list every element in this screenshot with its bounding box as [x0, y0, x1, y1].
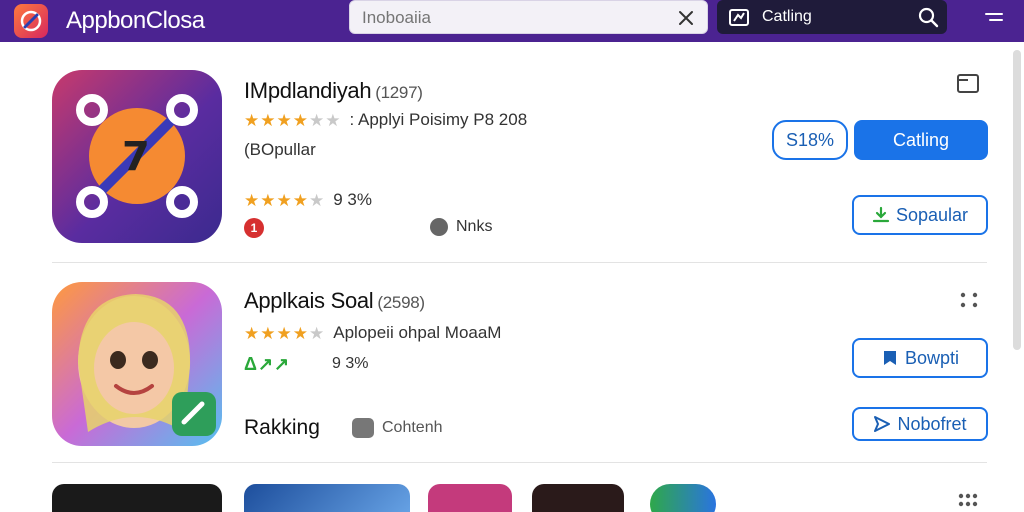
rating-subtitle: : Applyi Poisimy P8 208	[349, 110, 528, 129]
search-box	[349, 0, 708, 34]
author-name: Nnks	[456, 218, 493, 235]
close-icon[interactable]	[675, 7, 697, 29]
secondary-action-button[interactable]: Sopaular	[852, 195, 988, 235]
ranking-label: Catling	[762, 8, 812, 25]
star-rating-secondary: ★ ★ ★ ★ ★ 9 3%	[244, 190, 372, 210]
app-logo[interactable]	[14, 4, 48, 38]
rating-subtitle: Aplopeii ohpal MoaaM	[333, 323, 502, 342]
svg-text:7: 7	[122, 134, 150, 180]
percent-pill[interactable]: S18%	[772, 120, 848, 160]
divider	[52, 262, 987, 263]
star-icon: ★	[276, 110, 292, 130]
star-icon: ★	[325, 110, 341, 130]
app-name[interactable]: Applkais Soal (2598)	[244, 288, 425, 314]
app-icon	[52, 282, 222, 446]
star-icon: ★	[244, 190, 260, 210]
star-icon: ★	[292, 190, 308, 210]
content-icon	[352, 418, 374, 438]
chart-icon	[729, 9, 749, 26]
app-icon[interactable]	[428, 484, 512, 512]
scrollbar[interactable]	[1013, 50, 1021, 350]
review-count: (1297)	[375, 83, 423, 102]
star-icon: ★	[276, 323, 292, 343]
search-input[interactable]	[362, 7, 662, 29]
more-icon[interactable]	[956, 492, 980, 508]
content-chip[interactable]: Cohtenh	[352, 418, 443, 438]
send-icon	[874, 416, 891, 432]
content-label: Cohtenh	[382, 419, 443, 436]
ranking-search-box[interactable]: Catling	[717, 0, 947, 34]
percent-label: 9 3%	[333, 190, 372, 209]
category-label: (BOpullar	[244, 140, 316, 159]
app-name[interactable]: IMpdlandiyah (1297)	[244, 78, 423, 104]
app-icon: 7	[52, 70, 222, 243]
star-icon: ★	[244, 110, 260, 130]
send-button[interactable]: Nobofret	[852, 407, 988, 441]
notification-badge: 1	[244, 218, 264, 238]
compass-icon	[20, 10, 42, 32]
star-icon: ★	[309, 110, 325, 130]
secondary-action-label: Sopaular	[895, 204, 969, 225]
app-icon[interactable]	[52, 484, 222, 512]
star-icon: ★	[292, 323, 308, 343]
author-chip[interactable]: Nnks	[430, 218, 492, 236]
star-rating: ★ ★ ★ ★ ★ ★ : Applyi Poisimy P8 208	[244, 110, 527, 130]
star-icon: ★	[309, 323, 325, 343]
trend-icon: Δ↗↗	[244, 354, 291, 374]
app-icon[interactable]	[650, 484, 716, 512]
bookmark-label: Bowpti	[904, 347, 960, 368]
star-icon: ★	[244, 323, 260, 343]
window-icon[interactable]	[956, 72, 980, 94]
app-title: AppbonClosa	[66, 7, 205, 34]
user-icon	[430, 218, 448, 236]
app-list-item[interactable]: 7 IMpdlandiyah (1297) ★ ★ ★ ★ ★ ★ : Apply…	[52, 70, 988, 250]
star-icon: ★	[309, 190, 325, 210]
percent-label: 9 3%	[332, 355, 369, 372]
search-icon[interactable]	[917, 6, 939, 28]
star-icon: ★	[260, 110, 276, 130]
bookmark-button[interactable]: Bowpti	[852, 338, 988, 378]
app-header: AppbonClosa Catling	[0, 0, 1024, 42]
bookmark-icon	[883, 351, 896, 365]
app-icon[interactable]	[244, 484, 410, 512]
star-icon: ★	[292, 110, 308, 130]
star-icon: ★	[276, 190, 292, 210]
star-icon: ★	[260, 190, 276, 210]
menu-icon[interactable]	[982, 6, 1006, 28]
ranking-label: Rakking	[244, 416, 320, 439]
divider	[52, 462, 987, 463]
download-icon	[872, 206, 890, 223]
app-list-item[interactable]: Applkais Soal (2598) ★ ★ ★ ★ ★ Aplopeii o…	[52, 282, 988, 452]
star-rating: ★ ★ ★ ★ ★ Aplopeii ohpal MoaaM	[244, 323, 501, 343]
send-label: Nobofret	[897, 413, 967, 434]
more-icon[interactable]	[958, 290, 980, 310]
primary-action-button[interactable]: Catling	[854, 120, 988, 160]
star-icon: ★	[260, 323, 276, 343]
app-icon[interactable]	[532, 484, 624, 512]
review-count: (2598)	[377, 293, 425, 312]
